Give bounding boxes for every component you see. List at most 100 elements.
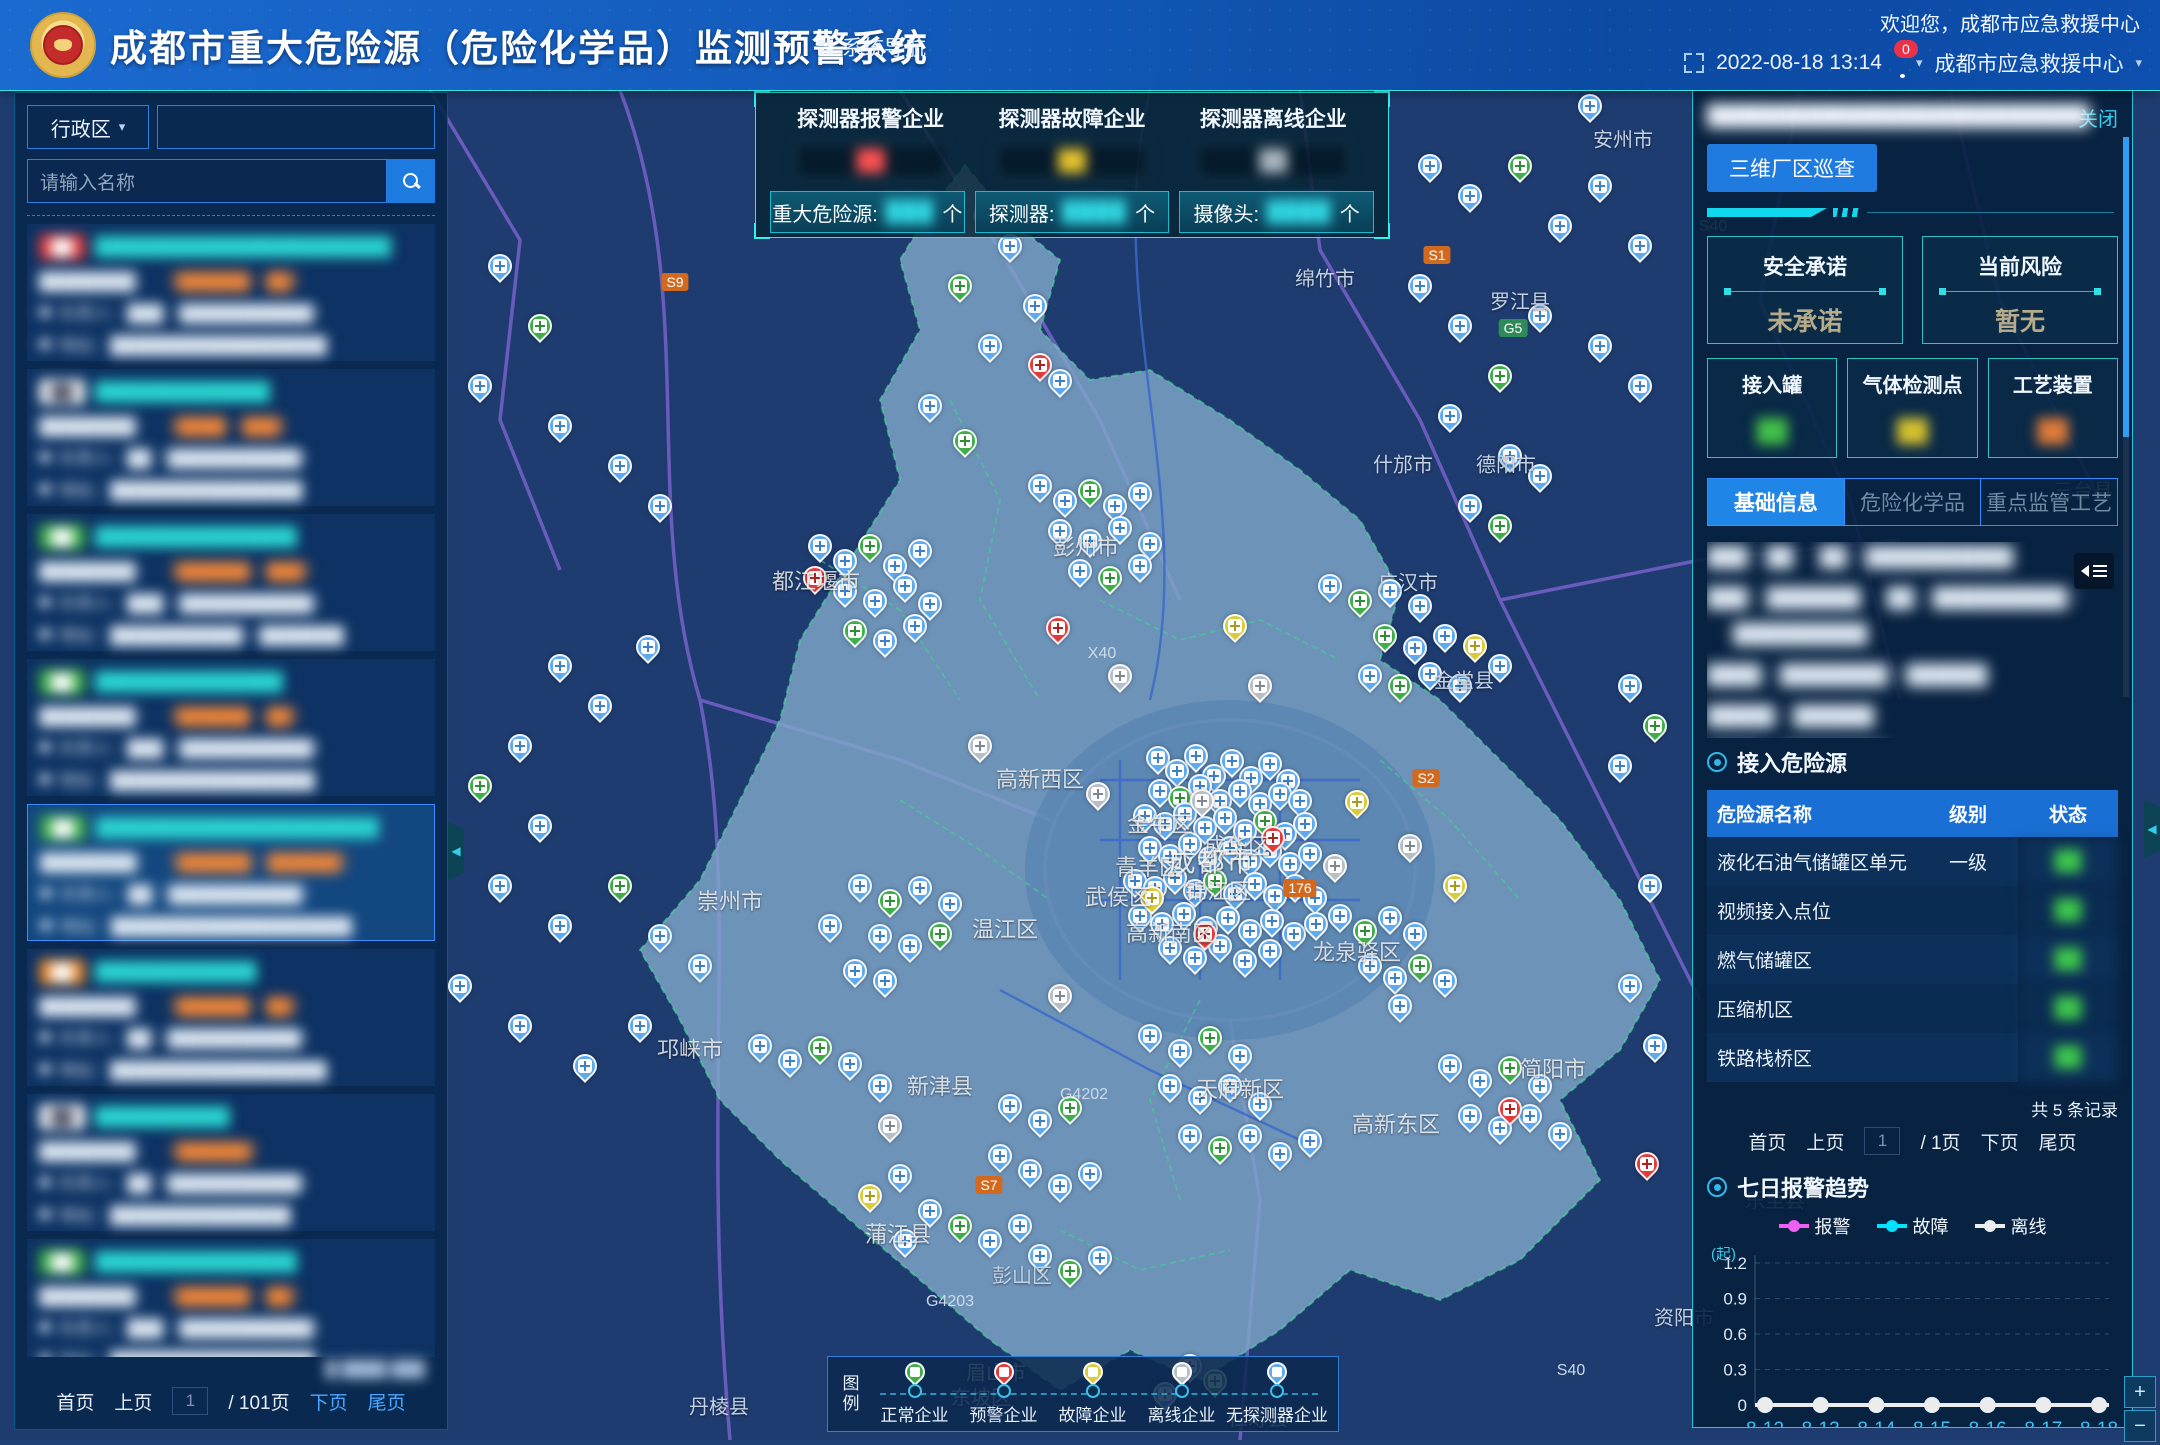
- map-marker-pin[interactable]: [1293, 1124, 1327, 1158]
- next-page-link[interactable]: 下页: [310, 1388, 348, 1415]
- map-marker-pin[interactable]: [1573, 89, 1607, 123]
- map-marker-pin[interactable]: [483, 249, 517, 283]
- map-marker-pin[interactable]: [948, 424, 982, 458]
- map-marker-pin[interactable]: [1433, 399, 1467, 433]
- map-marker-pin[interactable]: [1613, 669, 1647, 703]
- map-marker-pin[interactable]: [523, 309, 557, 343]
- map-marker-pin[interactable]: [843, 869, 877, 903]
- map-marker-pin[interactable]: [1373, 901, 1407, 935]
- user-menu-caret-icon[interactable]: ▾: [2135, 55, 2142, 71]
- map-marker-pin[interactable]: [1043, 1169, 1077, 1203]
- map-marker-pin[interactable]: [623, 1009, 657, 1043]
- last-page-link[interactable]: 尾页: [368, 1388, 406, 1415]
- map-marker-pin[interactable]: [773, 1044, 807, 1078]
- fullscreen-icon[interactable]: [1684, 53, 1704, 73]
- map-marker-pin[interactable]: [1218, 609, 1252, 643]
- map-marker-pin[interactable]: [683, 949, 717, 983]
- map-marker-pin[interactable]: [833, 1047, 867, 1081]
- map-marker-pin[interactable]: [1041, 611, 1075, 645]
- map-marker-pin[interactable]: [603, 449, 637, 483]
- map-marker-pin[interactable]: [893, 929, 927, 963]
- map-marker-pin[interactable]: [873, 884, 907, 918]
- map-marker-pin[interactable]: [868, 624, 902, 658]
- map-marker-pin[interactable]: [1013, 1154, 1047, 1188]
- enterprise-card[interactable]: ████████████████████：【██████】负责人：██（████…: [27, 1094, 435, 1231]
- map-marker-pin[interactable]: [1003, 1209, 1037, 1243]
- map-marker-pin[interactable]: [523, 809, 557, 843]
- map-marker-pin[interactable]: [1153, 1069, 1187, 1103]
- map-marker-pin[interactable]: [503, 1009, 537, 1043]
- map-marker-pin[interactable]: [583, 689, 617, 723]
- map-marker-pin[interactable]: [1623, 369, 1657, 403]
- system-nav-button[interactable]: 系统导航: [818, 32, 926, 62]
- map-marker-pin[interactable]: [943, 1209, 977, 1243]
- map-marker-pin[interactable]: [1453, 489, 1487, 523]
- map-marker-pin[interactable]: [1018, 289, 1052, 323]
- last-page-link[interactable]: 尾页: [2039, 1128, 2077, 1155]
- map-marker-pin[interactable]: [883, 1159, 917, 1193]
- prev-page-link[interactable]: 上页: [114, 1388, 152, 1415]
- tab-key-supervised-process[interactable]: 重点监管工艺: [1981, 479, 2117, 525]
- map-marker-pin[interactable]: [983, 1139, 1017, 1173]
- tab-basic-info[interactable]: 基础信息: [1708, 479, 1845, 525]
- map-marker-pin[interactable]: [1638, 709, 1672, 743]
- bell-caret-icon[interactable]: ▾: [1916, 55, 1923, 71]
- enterprise-card[interactable]: ████████████████████████████████：【██████…: [27, 224, 435, 361]
- map-marker-pin[interactable]: [973, 1224, 1007, 1258]
- region-value-input[interactable]: [157, 105, 435, 149]
- table-row[interactable]: 视频接入点位 ██: [1707, 886, 2118, 935]
- map-marker-pin[interactable]: [1043, 979, 1077, 1013]
- map-marker-pin[interactable]: [1483, 509, 1517, 543]
- map-marker-pin[interactable]: [1613, 969, 1647, 1003]
- detail-scrollbar[interactable]: [2123, 137, 2129, 697]
- map-marker-pin[interactable]: [1453, 179, 1487, 213]
- map-marker-pin[interactable]: [838, 954, 872, 988]
- map-marker-pin[interactable]: [903, 871, 937, 905]
- map-marker-pin[interactable]: [838, 614, 872, 648]
- map-zoom-out-button[interactable]: −: [2124, 1410, 2156, 1442]
- map-marker-pin[interactable]: [903, 534, 937, 568]
- map-marker-pin[interactable]: [858, 584, 892, 618]
- map-marker-pin[interactable]: [1123, 477, 1157, 511]
- map-marker-pin[interactable]: [813, 909, 847, 943]
- map-marker-pin[interactable]: [1343, 584, 1377, 618]
- map-marker-pin[interactable]: [603, 869, 637, 903]
- map-marker-pin[interactable]: [873, 1109, 907, 1143]
- map-marker-pin[interactable]: [743, 1029, 777, 1063]
- map-marker-pin[interactable]: [1503, 149, 1537, 183]
- map-marker-pin[interactable]: [1233, 1119, 1267, 1153]
- map-marker-pin[interactable]: [1463, 1064, 1497, 1098]
- map-marker-pin[interactable]: [853, 529, 887, 563]
- map-marker-pin[interactable]: [1383, 989, 1417, 1023]
- map-marker-pin[interactable]: [1428, 964, 1462, 998]
- search-button[interactable]: [387, 159, 435, 203]
- map-marker-pin[interactable]: [963, 729, 997, 763]
- map-marker-pin[interactable]: [1318, 849, 1352, 883]
- map-marker-pin[interactable]: [1428, 619, 1462, 653]
- map-marker-pin[interactable]: [913, 389, 947, 423]
- map-marker-pin[interactable]: [933, 887, 967, 921]
- map-marker-pin[interactable]: [503, 729, 537, 763]
- map-marker-pin[interactable]: [1453, 1099, 1487, 1133]
- region-select[interactable]: 行政区 ▾: [27, 105, 149, 149]
- map-marker-pin[interactable]: [1438, 869, 1472, 903]
- map-marker-pin[interactable]: [943, 269, 977, 303]
- map-marker-pin[interactable]: [1263, 1137, 1297, 1171]
- enterprise-card[interactable]: ███████████████████████████████：【██████－…: [27, 804, 435, 941]
- page-number-input[interactable]: 1: [1864, 1127, 1900, 1155]
- map-marker-pin[interactable]: [1133, 1019, 1167, 1053]
- map-marker-pin[interactable]: [1163, 1034, 1197, 1068]
- map-marker-pin[interactable]: [568, 1049, 602, 1083]
- map-marker-pin[interactable]: [463, 369, 497, 403]
- map-marker-pin[interactable]: [1543, 209, 1577, 243]
- page-number-input[interactable]: 1: [172, 1387, 208, 1415]
- enterprise-card[interactable]: ██████████████████████：【██████－██】负责人：██…: [27, 949, 435, 1086]
- detail-collapse-handle[interactable]: ◀: [2144, 800, 2160, 858]
- map-marker-pin[interactable]: [1398, 917, 1432, 951]
- map-marker-pin[interactable]: [1583, 329, 1617, 363]
- map-marker-pin[interactable]: [1368, 619, 1402, 653]
- map-marker-pin[interactable]: [1093, 561, 1127, 595]
- map-marker-pin[interactable]: [923, 917, 957, 951]
- search-input[interactable]: 请输入名称: [27, 159, 387, 203]
- map-marker-pin[interactable]: [1193, 1021, 1227, 1055]
